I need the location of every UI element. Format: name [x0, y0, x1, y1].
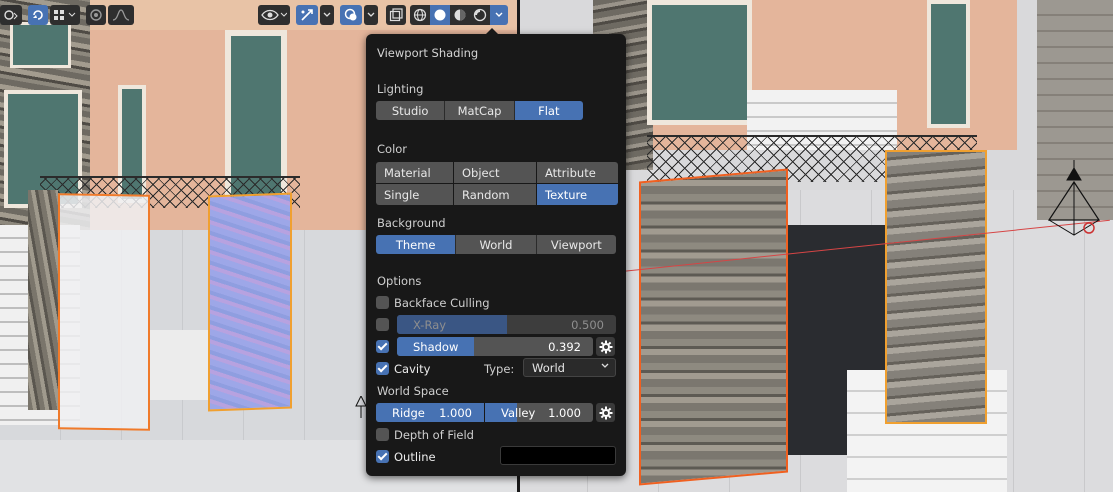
color-texture-button[interactable]: Texture — [537, 184, 618, 205]
lighting-matcap-button[interactable]: MatCap — [445, 101, 515, 120]
shadow-label: Shadow — [413, 340, 459, 354]
world-space-label: World Space — [377, 384, 449, 398]
color-selector: Material Object Attribute Single Random … — [376, 162, 618, 205]
lighting-label: Lighting — [377, 82, 424, 96]
xray-value: 0.500 — [571, 318, 604, 332]
door — [647, 0, 752, 125]
ridge-slider[interactable]: Ridge 1.000 — [376, 403, 484, 422]
depth-of-field-label: Depth of Field — [394, 428, 474, 442]
backface-culling-checkbox[interactable] — [376, 296, 389, 309]
selected-object-plane[interactable] — [58, 193, 150, 431]
selected-object-stone-right[interactable] — [885, 150, 987, 424]
popover-arrow — [486, 28, 498, 34]
xray-toggle-icon[interactable] — [386, 5, 406, 25]
outline-checkbox[interactable] — [376, 450, 389, 463]
proportional-edit-icon[interactable] — [86, 5, 106, 25]
chevron-down-icon[interactable] — [364, 5, 378, 25]
background-viewport-button[interactable]: Viewport — [536, 235, 616, 254]
lighting-flat-button[interactable]: Flat — [514, 101, 583, 120]
color-object-button[interactable]: Object — [454, 162, 536, 183]
background-label: Background — [377, 216, 446, 230]
falloff-icon[interactable] — [108, 5, 134, 25]
lighting-selector: Studio MatCap Flat — [376, 101, 583, 120]
lighting-studio-button[interactable]: Studio — [376, 101, 446, 120]
material-preview-icon[interactable] — [450, 5, 470, 25]
color-random-button[interactable]: Random — [454, 184, 536, 205]
valley-label: Valley — [501, 406, 536, 420]
outline-color-field[interactable] — [500, 446, 616, 465]
depth-of-field-checkbox[interactable] — [376, 428, 389, 441]
rendered-shading-icon[interactable] — [470, 5, 490, 25]
valley-value: 1.000 — [548, 406, 581, 420]
visibility-icon[interactable] — [258, 5, 290, 25]
stone-column — [28, 190, 58, 410]
cavity-type-value: World — [532, 361, 565, 375]
color-attribute-button[interactable]: Attribute — [537, 162, 618, 183]
color-single-button[interactable]: Single — [376, 184, 453, 205]
gizmo-icon[interactable] — [296, 5, 318, 25]
xray-label: X-Ray — [413, 318, 447, 332]
shadow-value: 0.392 — [548, 340, 581, 354]
door — [927, 0, 970, 128]
wireframe-shading-icon[interactable] — [410, 5, 430, 25]
outline-label: Outline — [394, 450, 436, 464]
chevron-down-icon[interactable] — [320, 5, 334, 25]
shadow-slider[interactable]: Shadow 0.392 — [397, 337, 593, 356]
cavity-type-dropdown[interactable]: World — [523, 358, 616, 377]
ridge-value: 1.000 — [439, 406, 472, 420]
shadow-checkbox[interactable] — [376, 340, 389, 353]
shading-dropdown-icon[interactable] — [490, 5, 508, 25]
background-world-button[interactable]: World — [456, 235, 537, 254]
overlay-toggle-icon[interactable] — [28, 5, 48, 25]
color-material-button[interactable]: Material — [376, 162, 453, 183]
background-selector: Theme World Viewport — [376, 235, 616, 254]
cavity-type-label: Type: — [484, 362, 515, 376]
snap-grid-icon[interactable] — [50, 5, 80, 25]
selected-object-normal-map[interactable] — [208, 192, 292, 412]
xray-checkbox[interactable] — [376, 318, 389, 331]
xray-slider[interactable]: X-Ray 0.500 — [397, 315, 616, 334]
camera-icon[interactable] — [1039, 160, 1109, 240]
ridge-label: Ridge — [392, 406, 425, 420]
selected-object-stone-left[interactable] — [639, 168, 788, 486]
color-label: Color — [377, 142, 408, 156]
cavity-label: Cavity — [394, 362, 431, 376]
valley-slider[interactable]: Valley 1.000 — [485, 403, 593, 422]
panel-title: Viewport Shading — [377, 46, 479, 60]
viewport-header — [0, 0, 517, 30]
options-label: Options — [377, 274, 422, 288]
chevron-down-icon — [601, 363, 609, 368]
shadow-settings-gear-icon[interactable] — [596, 337, 615, 356]
background-theme-button[interactable]: Theme — [376, 235, 457, 254]
viewport-shading-panel: Viewport Shading Lighting Studio MatCap … — [366, 28, 626, 476]
backface-culling-label: Backface Culling — [394, 296, 490, 310]
cavity-checkbox[interactable] — [376, 362, 389, 375]
cavity-settings-gear-icon[interactable] — [596, 403, 615, 422]
editor-type-icon[interactable] — [0, 5, 22, 25]
overlays-icon[interactable] — [340, 5, 362, 25]
solid-shading-icon[interactable] — [430, 5, 450, 25]
